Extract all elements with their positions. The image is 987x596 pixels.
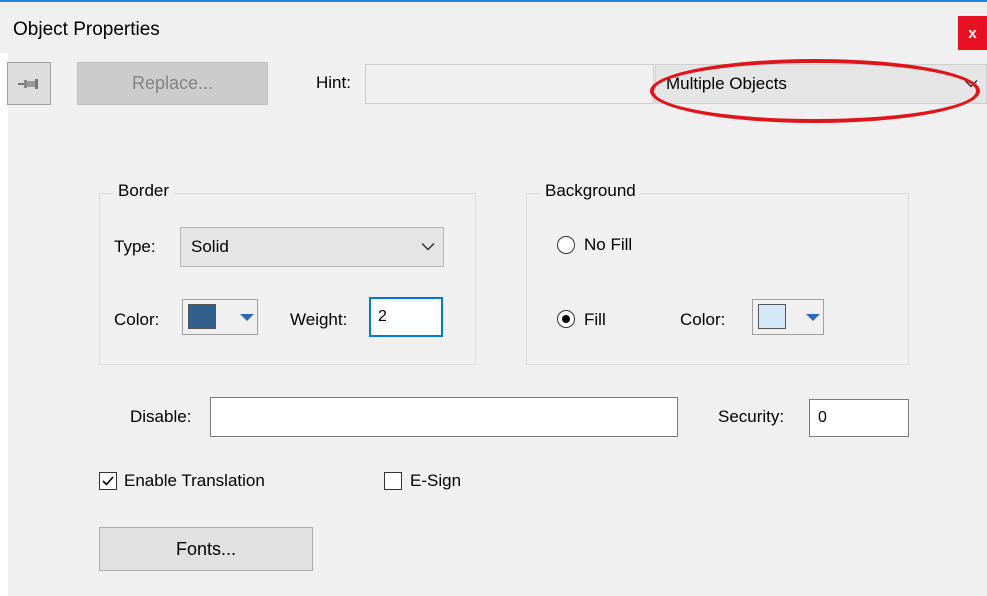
fill-label: Fill [584,310,606,329]
enable-translation-label: Enable Translation [124,471,265,490]
esign-label: E-Sign [410,471,462,490]
pushpin-icon [18,78,38,89]
border-weight-label: Weight: [290,310,348,329]
no-fill-radio[interactable] [557,236,575,254]
object-select-value: Multiple Objects [666,74,787,93]
fonts-button[interactable]: Fonts... [99,527,313,571]
disable-label: Disable: [130,407,192,426]
background-group: Background [526,181,909,365]
esign-checkbox[interactable] [384,472,402,490]
replace-button[interactable]: Replace... [77,62,268,105]
checkmark-icon [102,476,114,486]
chevron-down-icon [421,242,435,251]
border-color-picker[interactable] [182,299,258,335]
close-icon: x [968,24,977,42]
border-type-label: Type: [114,237,156,256]
border-group: Border [99,181,476,365]
hint-label: Hint: [316,73,351,92]
background-color-label: Color: [680,310,726,329]
disable-input[interactable] [210,397,678,437]
dropdown-arrow-icon [806,314,820,321]
pin-button[interactable] [7,62,51,105]
background-group-title: Background [541,181,640,201]
security-label: Security: [718,407,785,426]
background-color-picker[interactable] [752,299,824,335]
background-color-swatch [758,304,786,329]
border-type-value: Solid [191,237,229,256]
border-color-label: Color: [114,310,160,329]
border-weight-input[interactable]: 2 [369,297,443,337]
window-title: Object Properties [13,19,160,40]
enable-translation-checkbox[interactable] [99,472,117,490]
no-fill-label: No Fill [584,235,633,254]
dropdown-arrow-icon [240,314,254,321]
radio-selected-dot [562,315,570,323]
chevron-down-icon [964,79,978,88]
border-group-title: Border [114,181,174,201]
object-select-dropdown[interactable]: Multiple Objects [655,64,987,104]
border-type-dropdown[interactable]: Solid [180,227,444,267]
hint-input[interactable] [365,64,654,104]
security-input[interactable]: 0 [809,399,909,437]
title-bar[interactable]: Object Properties x [0,2,987,53]
border-color-swatch [188,304,216,329]
fill-radio[interactable] [557,310,575,328]
close-button[interactable]: x [958,16,987,50]
